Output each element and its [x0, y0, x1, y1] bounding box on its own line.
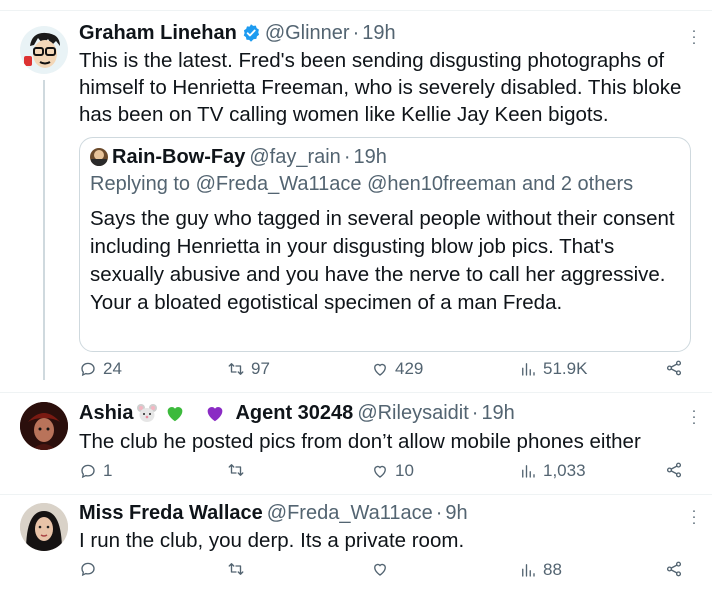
reply-icon — [81, 464, 95, 479]
like-count: 10 — [395, 461, 414, 480]
more-options-icon[interactable]: · · · — [690, 23, 698, 50]
reply-count: 1 — [103, 461, 113, 480]
replying-to-line: Replying to @Freda_Wa11ace @hen10freeman… — [90, 173, 634, 195]
share-icon — [666, 360, 682, 376]
timestamp[interactable]: 9h — [445, 500, 467, 526]
separator-dot: · — [343, 146, 351, 168]
reply-icon — [81, 562, 95, 577]
retweet-icon — [228, 464, 244, 476]
author-handle[interactable]: @Rileysaidit — [357, 400, 468, 426]
author-name-suffix[interactable]: Agent 30248 — [235, 400, 353, 426]
timestamp[interactable]: 19h — [481, 400, 514, 426]
author-name[interactable]: Ashia — [79, 400, 133, 426]
tweet-actions: 1 10 1,033 — [79, 461, 699, 485]
views-chart-icon — [522, 363, 535, 376]
tweet-header: Ashia Agent 30248 @Rileysaidit · 19h — [79, 400, 515, 426]
profile-photo-icon — [20, 503, 68, 551]
more-options-icon[interactable]: · · · — [690, 503, 698, 530]
views-chart-icon — [522, 564, 535, 577]
like-button[interactable] — [371, 560, 395, 578]
reply-icon — [81, 362, 95, 377]
share-icon — [666, 561, 682, 577]
profile-photo-icon — [20, 402, 68, 450]
view-count: 1,033 — [543, 461, 586, 480]
quote-header: Rain-Bow-Fay @fay_rain · 19h — [90, 144, 387, 170]
verified-badge-icon — [243, 24, 259, 42]
reply-button[interactable]: 24 — [79, 359, 122, 379]
tweet-text: This is the latest. Fred's been sending … — [79, 49, 682, 126]
like-button[interactable]: 10 — [371, 461, 414, 481]
avatar[interactable] — [20, 26, 68, 74]
heart-icon — [374, 465, 386, 478]
reply-count: 24 — [103, 359, 122, 378]
retweet-count: 97 — [251, 359, 270, 378]
divider — [0, 494, 712, 495]
separator-dot: · — [352, 22, 360, 44]
views-button[interactable]: 51.9K — [519, 359, 587, 379]
quote-author-name: Rain-Bow-Fay — [112, 146, 246, 168]
share-button[interactable] — [665, 560, 689, 578]
quoted-tweet[interactable]: Rain-Bow-Fay @fay_rain · 19h Replying to… — [79, 137, 691, 352]
view-count: 51.9K — [543, 359, 588, 378]
avatar[interactable] — [20, 503, 68, 551]
divider — [0, 392, 712, 393]
view-count: 88 — [543, 560, 562, 579]
share-button[interactable] — [665, 359, 689, 377]
views-button[interactable]: 88 — [519, 560, 562, 580]
retweet-icon — [228, 563, 244, 575]
views-button[interactable]: 1,033 — [519, 461, 586, 481]
avatar[interactable] — [20, 402, 68, 450]
tweet-actions: 24 97 429 51.9K — [79, 359, 699, 383]
quote-avatar — [90, 148, 108, 166]
timestamp[interactable]: 19h — [362, 20, 395, 46]
author-name[interactable]: Graham Linehan — [79, 20, 237, 46]
quote-timestamp: 19h — [353, 146, 387, 168]
tweet-header: Miss Freda Wallace @Freda_Wa11ace · 9h — [79, 500, 468, 526]
author-name[interactable]: Miss Freda Wallace — [79, 500, 263, 526]
share-button[interactable] — [665, 461, 689, 479]
more-options-icon[interactable]: · · · — [690, 403, 698, 430]
separator-dot: · — [471, 402, 479, 424]
green-heart-icon — [164, 402, 186, 424]
tweet-header: Graham Linehan @Glinner · 19h — [79, 20, 396, 46]
retweet-button[interactable] — [227, 461, 251, 479]
retweet-icon — [228, 363, 244, 375]
author-handle[interactable]: @Glinner — [265, 20, 350, 46]
thread-connector-line — [43, 80, 45, 380]
mouse-face-icon — [136, 402, 158, 424]
heart-icon — [374, 563, 386, 576]
reply-button[interactable]: 1 — [79, 461, 112, 481]
cartoon-avatar-icon — [20, 26, 68, 74]
retweet-button[interactable]: 97 — [227, 359, 270, 379]
share-icon — [666, 462, 682, 478]
tweet-text: I run the club, you derp. Its a private … — [79, 529, 465, 552]
top-divider — [0, 10, 712, 11]
purple-heart-icon — [204, 402, 226, 424]
tweet-text: The club he posted pics from don’t allow… — [79, 430, 641, 453]
like-button[interactable]: 429 — [371, 359, 423, 379]
like-count: 429 — [395, 359, 424, 378]
tweet-actions: 88 — [79, 560, 699, 584]
heart-icon — [374, 363, 386, 376]
author-handle[interactable]: @Freda_Wa11ace — [267, 500, 433, 526]
reply-button[interactable] — [79, 560, 103, 578]
retweet-button[interactable] — [227, 560, 251, 578]
quote-text: Says the guy who tagged in several peopl… — [90, 207, 675, 314]
separator-dot: · — [435, 502, 443, 524]
views-chart-icon — [522, 465, 535, 478]
quote-author-handle: @fay_rain — [249, 146, 341, 168]
